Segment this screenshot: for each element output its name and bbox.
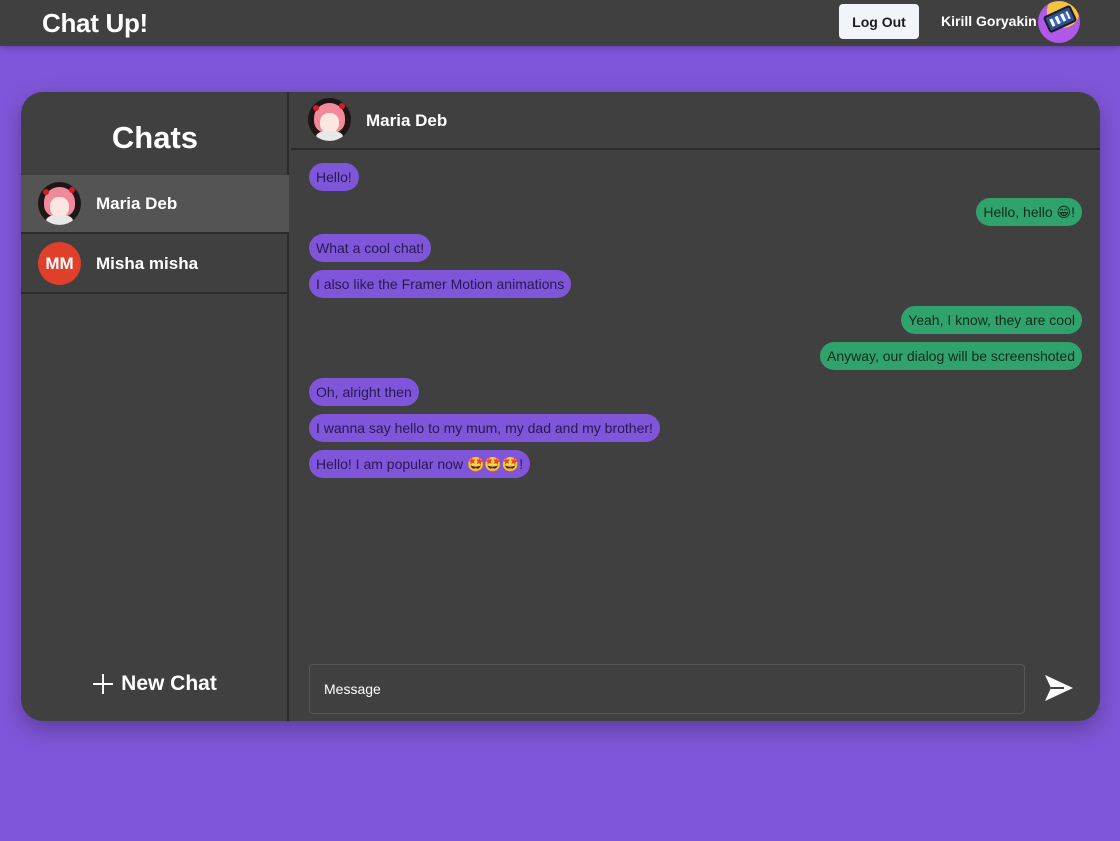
- chat-item-misha-misha[interactable]: MM Misha misha: [21, 235, 289, 294]
- conversation-panel: Maria Deb Hello! Hello, hello 😁! What a …: [291, 92, 1100, 721]
- message-bubble: Anyway, our dialog will be screenshoted: [820, 342, 1082, 370]
- chat-item-maria-deb[interactable]: Maria Deb: [21, 175, 289, 234]
- chat-item-label: Maria Deb: [96, 194, 178, 213]
- message-bubble: What a cool chat!: [309, 234, 432, 262]
- message-bubble: Hello! I am popular now 🤩🤩🤩!: [309, 450, 531, 478]
- contact-name: Maria Deb: [366, 111, 448, 130]
- new-chat-label: New Chat: [121, 672, 217, 695]
- user-name: Kirill Goryakin: [941, 13, 1037, 29]
- message-bubble: Oh, alright then: [309, 378, 419, 406]
- chats-sidebar: Chats Maria Deb MM Misha misha New Chat: [21, 92, 289, 721]
- message-bubble: Yeah, I know, they are cool: [901, 306, 1082, 334]
- plus-icon: [93, 674, 114, 694]
- app-brand[interactable]: Chat Up!: [42, 8, 148, 39]
- avatar: [308, 98, 351, 141]
- new-chat-button[interactable]: New Chat: [21, 672, 289, 696]
- top-bar: Chat Up! Log Out Kirill Goryakin: [0, 0, 1120, 46]
- message-input[interactable]: [309, 664, 1025, 714]
- phone-icon: [1042, 4, 1078, 34]
- send-icon: [1045, 675, 1073, 701]
- message-bubble: I wanna say hello to my mum, my dad and …: [309, 414, 660, 442]
- avatar: [38, 182, 81, 225]
- message-bubble: Hello, hello 😁!: [976, 198, 1082, 226]
- message-bubble: Hello!: [309, 163, 359, 191]
- sidebar-title: Chats: [111, 120, 199, 155]
- send-button[interactable]: [1043, 674, 1075, 704]
- avatar: MM: [38, 242, 81, 285]
- conversation-header: Maria Deb: [291, 92, 1100, 150]
- chat-card: Chats Maria Deb MM Misha misha New Chat: [21, 92, 1100, 721]
- message-bubble: I also like the Framer Motion animations: [309, 270, 572, 298]
- chat-item-label: Misha misha: [96, 254, 199, 273]
- logout-button[interactable]: Log Out: [839, 4, 919, 39]
- message-list: Hello! Hello, hello 😁! What a cool chat!…: [291, 150, 1100, 650]
- user-avatar[interactable]: [1038, 1, 1080, 43]
